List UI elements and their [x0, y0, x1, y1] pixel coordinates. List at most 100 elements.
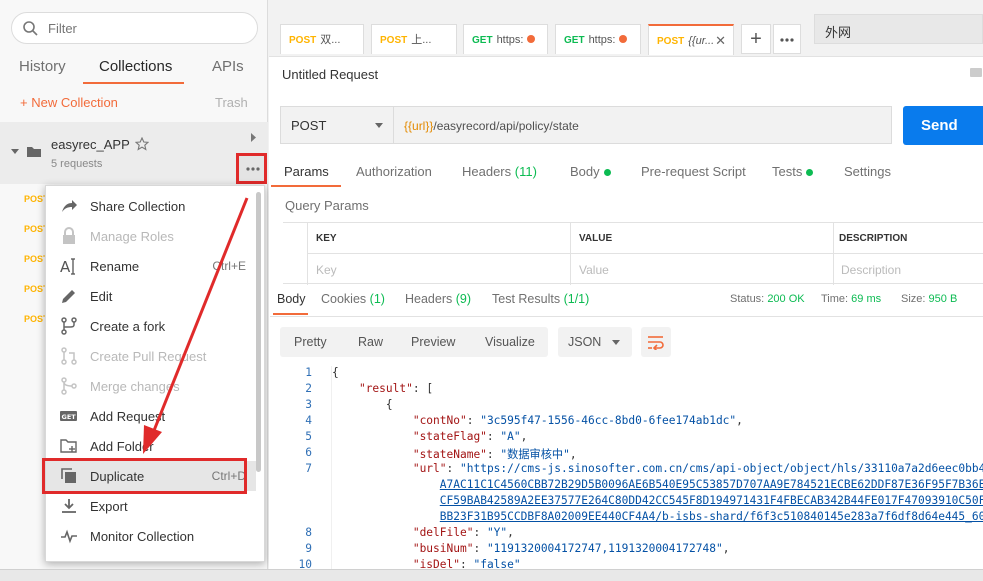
- line-number: 3: [305, 398, 312, 411]
- status-dot: [806, 169, 814, 177]
- response-time: Time: 69 ms: [821, 293, 882, 305]
- status-bar: [0, 569, 983, 581]
- format-select[interactable]: JSON: [558, 327, 632, 357]
- code-text: "busiNum": "1191320004172747,11913200041…: [412, 542, 730, 555]
- tab-collections[interactable]: Collections: [99, 58, 172, 75]
- line-number: 7: [305, 462, 312, 475]
- caret-down-icon: [375, 123, 383, 128]
- chevron-down-icon[interactable]: [10, 148, 20, 156]
- collection-request-count: 5 requests: [51, 158, 103, 170]
- request-tab[interactable]: POST 上...: [371, 24, 457, 54]
- value-column[interactable]: VALUE Value: [570, 223, 833, 285]
- tab-authorization[interactable]: Authorization: [356, 164, 432, 179]
- code-text: "stateFlag": "A",: [412, 430, 528, 443]
- code-text: "result": [: [358, 382, 434, 395]
- response-tab-test-results[interactable]: Test Results (1/1): [492, 292, 589, 306]
- caret-down-icon: [612, 340, 620, 345]
- key-column[interactable]: KEY Key: [307, 223, 570, 285]
- unsaved-dot: [618, 35, 627, 43]
- menu-item-create-fork[interactable]: Create a fork: [46, 311, 256, 341]
- pull-request-icon: [61, 347, 77, 365]
- environment-select[interactable]: 外网: [814, 14, 983, 44]
- code-text: "stateName": "数据审核中",: [412, 448, 577, 461]
- url-input[interactable]: {{url}}/easyrecord/api/policy/state: [394, 106, 892, 144]
- view-pretty[interactable]: Pretty: [294, 335, 327, 349]
- lock-icon: [63, 227, 75, 244]
- chevron-right-icon[interactable]: [250, 133, 257, 142]
- send-button[interactable]: Send: [903, 106, 983, 145]
- new-collection-button[interactable]: + New Collection: [20, 95, 118, 110]
- tab-params[interactable]: Params: [284, 164, 329, 179]
- menu-item-add-request[interactable]: GET Add Request: [46, 401, 256, 431]
- code-text: {: [332, 366, 339, 379]
- tab-pre-request-script[interactable]: Pre-request Script: [641, 164, 746, 179]
- tab-tests[interactable]: Tests: [772, 164, 814, 179]
- code-text: "isDel": "false": [412, 558, 521, 569]
- share-icon: [62, 200, 77, 212]
- request-tab-active[interactable]: POST {{ur... ✕: [648, 24, 734, 55]
- trash-link[interactable]: Trash: [215, 95, 248, 110]
- request-tab[interactable]: GET https:: [555, 24, 641, 54]
- comments-icon[interactable]: [969, 67, 983, 81]
- menu-item-manage-roles: Manage Roles: [46, 221, 256, 251]
- response-tab-headers[interactable]: Headers (9): [405, 292, 471, 306]
- menu-item-monitor-collection[interactable]: Monitor Collection: [46, 521, 256, 551]
- method-select[interactable]: POST: [280, 106, 394, 144]
- line-number: 4: [305, 414, 312, 427]
- code-text: "contNo": "3c595f47-1556-46cc-8bd0-6fee1…: [412, 414, 743, 427]
- close-icon[interactable]: ✕: [715, 26, 726, 55]
- search-icon: [23, 21, 38, 36]
- response-tab-cookies[interactable]: Cookies (1): [321, 292, 385, 306]
- view-raw[interactable]: Raw: [358, 335, 383, 349]
- tab-headers[interactable]: Headers (11): [462, 164, 537, 179]
- code-text: {: [332, 398, 393, 411]
- response-tab-body[interactable]: Body: [277, 292, 306, 306]
- response-body-code[interactable]: 1 {2 "result": [ 3 {4 "contNo": "3c595f47-…: [270, 366, 983, 569]
- folder-icon: [27, 147, 41, 157]
- line-number: 9: [305, 542, 312, 555]
- rename-icon: A: [60, 258, 75, 275]
- line-number: 2: [305, 382, 312, 395]
- code-text: "delFile": "Y",: [412, 526, 514, 539]
- view-mode-bar: Pretty Raw Preview Visualize: [280, 327, 548, 357]
- request-title[interactable]: Untitled Request: [282, 67, 378, 82]
- pencil-icon: [62, 290, 75, 303]
- request-tab[interactable]: GET https:: [463, 24, 548, 54]
- svg-text:GET: GET: [62, 413, 77, 421]
- duplicate-highlight: [42, 458, 247, 494]
- filter-box[interactable]: [11, 12, 258, 44]
- menu-item-share-collection[interactable]: Share Collection: [46, 191, 256, 221]
- code-text: BB23F31B95CCDBF8A02009EE440CF4A4/b-isbs-…: [439, 510, 983, 523]
- tab-underline: [271, 185, 341, 187]
- menu-scrollbar[interactable]: [256, 192, 261, 472]
- response-size: Size: 950 B: [901, 293, 958, 305]
- star-icon[interactable]: [135, 137, 149, 151]
- tab-apis[interactable]: APIs: [212, 58, 244, 75]
- wrap-icon: [648, 336, 664, 350]
- view-preview[interactable]: Preview: [411, 335, 455, 349]
- collection-name[interactable]: easyrec_APP: [51, 137, 130, 152]
- menu-item-edit[interactable]: Edit: [46, 281, 256, 311]
- more-icon: [780, 38, 794, 42]
- line-number: 6: [305, 446, 312, 459]
- tab-history[interactable]: History: [19, 58, 66, 75]
- menu-item-merge-changes: Merge changes: [46, 371, 256, 401]
- wrap-lines-button[interactable]: [641, 327, 671, 357]
- menu-item-rename[interactable]: A Rename Ctrl+E: [46, 251, 256, 281]
- request-tab[interactable]: POST 双...: [280, 24, 364, 54]
- tab-settings[interactable]: Settings: [844, 164, 891, 179]
- menu-item-export[interactable]: Export: [46, 491, 256, 521]
- line-number: 1: [305, 366, 312, 379]
- filter-input[interactable]: [48, 19, 248, 37]
- description-column[interactable]: DESCRIPTION Description: [833, 223, 983, 285]
- view-visualize[interactable]: Visualize: [485, 335, 535, 349]
- line-number: 8: [305, 526, 312, 539]
- tab-body[interactable]: Body: [570, 164, 611, 179]
- collection-menu-button[interactable]: [236, 153, 267, 184]
- fork-icon: [61, 317, 77, 335]
- export-icon: [62, 499, 76, 513]
- code-text: "url": "https://cms-js.sinosofter.com.cn…: [412, 462, 983, 475]
- tab-more-button[interactable]: [773, 24, 801, 54]
- add-tab-icon[interactable]: +: [741, 24, 771, 54]
- menu-item-add-folder[interactable]: Add Folder: [46, 431, 256, 461]
